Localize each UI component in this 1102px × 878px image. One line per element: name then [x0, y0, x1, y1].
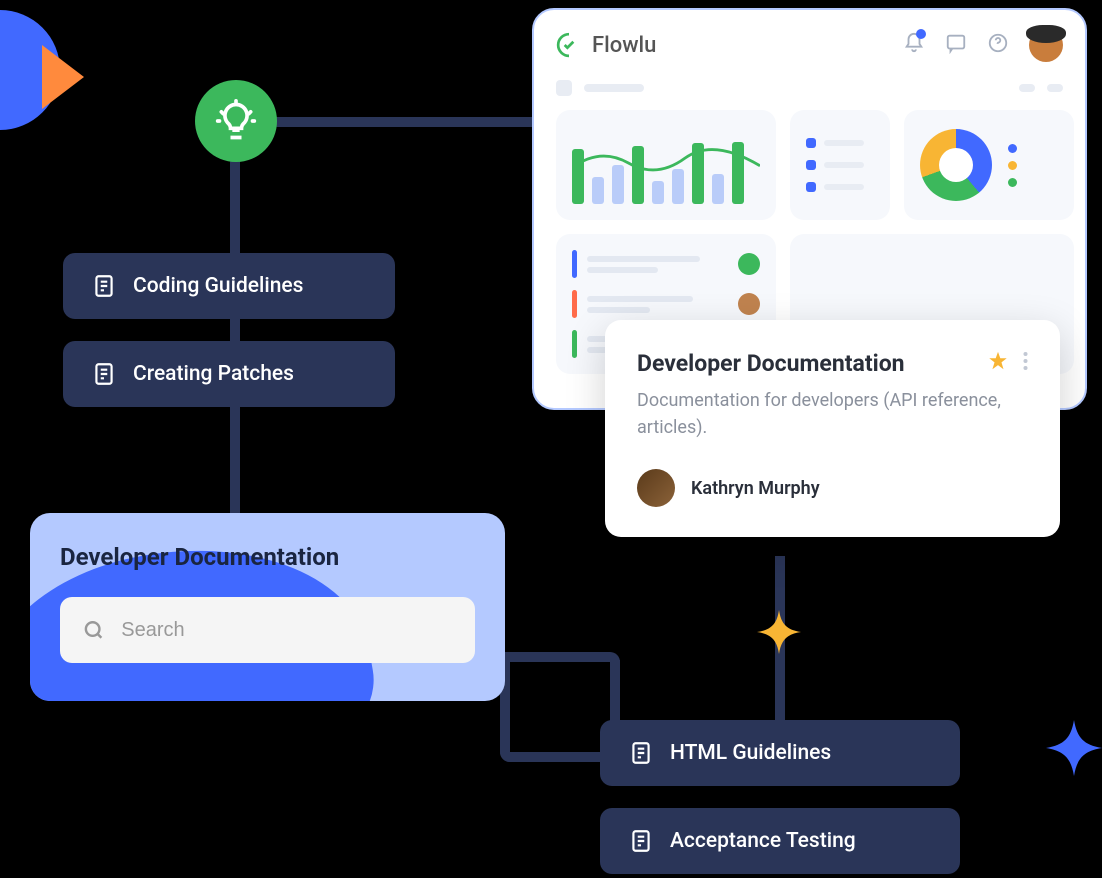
list-widget: [790, 110, 890, 220]
doc-icon: [91, 361, 117, 387]
doc-detail-description: Documentation for developers (API refere…: [637, 387, 1028, 441]
doc-icon: [628, 740, 654, 766]
user-avatar[interactable]: [1029, 28, 1063, 62]
connector: [230, 155, 240, 525]
donut-widget: [904, 110, 1074, 220]
more-menu-icon[interactable]: [1023, 351, 1028, 371]
donut-chart-icon: [920, 129, 992, 201]
connector: [500, 652, 620, 662]
star-icon[interactable]: [987, 350, 1009, 372]
notifications-button[interactable]: [903, 32, 925, 58]
doc-item-acceptance-testing[interactable]: Acceptance Testing: [600, 808, 960, 874]
chat-icon: [945, 32, 967, 54]
skeleton: [556, 80, 572, 96]
doc-detail-card: Developer Documentation Documentation fo…: [605, 320, 1060, 537]
flowlu-logo-icon: [556, 32, 582, 58]
brand-name: Flowlu: [592, 33, 656, 58]
search-card: Developer Documentation: [30, 513, 505, 701]
brand-logo: Flowlu: [556, 32, 656, 58]
chat-button[interactable]: [945, 32, 967, 58]
doc-author: Kathryn Murphy: [637, 469, 1028, 507]
search-input[interactable]: [121, 619, 453, 642]
doc-detail-title: Developer Documentation: [637, 350, 905, 377]
notification-dot-icon: [916, 29, 926, 39]
lightbulb-icon: [214, 99, 258, 143]
search-card-title: Developer Documentation: [60, 543, 475, 571]
search-icon: [82, 617, 105, 643]
author-name: Kathryn Murphy: [691, 478, 820, 499]
skeleton: [584, 84, 644, 92]
member-avatar: [738, 253, 760, 275]
doc-item-creating-patches[interactable]: Creating Patches: [63, 341, 395, 407]
help-button[interactable]: [987, 32, 1009, 58]
deco-arrow-orange: [42, 45, 84, 109]
doc-item-coding-guidelines[interactable]: Coding Guidelines: [63, 253, 395, 319]
member-avatar: [738, 293, 760, 315]
idea-bulb-node: [195, 80, 277, 162]
skeleton: [1019, 84, 1035, 92]
deco-sparkle-orange: [757, 610, 801, 658]
doc-item-label: Creating Patches: [133, 362, 294, 386]
doc-icon: [91, 273, 117, 299]
author-avatar: [637, 469, 675, 507]
chart-widget: [556, 110, 776, 220]
doc-item-label: Coding Guidelines: [133, 274, 304, 298]
search-field-wrapper[interactable]: [60, 597, 475, 663]
line-chart-icon: [572, 138, 760, 188]
doc-icon: [628, 828, 654, 854]
connector: [270, 117, 540, 127]
doc-item-label: HTML Guidelines: [670, 741, 831, 765]
skeleton: [1047, 84, 1063, 92]
doc-item-label: Acceptance Testing: [670, 829, 856, 853]
deco-sparkle-blue: [1046, 720, 1102, 780]
doc-item-html-guidelines[interactable]: HTML Guidelines: [600, 720, 960, 786]
help-icon: [987, 32, 1009, 54]
